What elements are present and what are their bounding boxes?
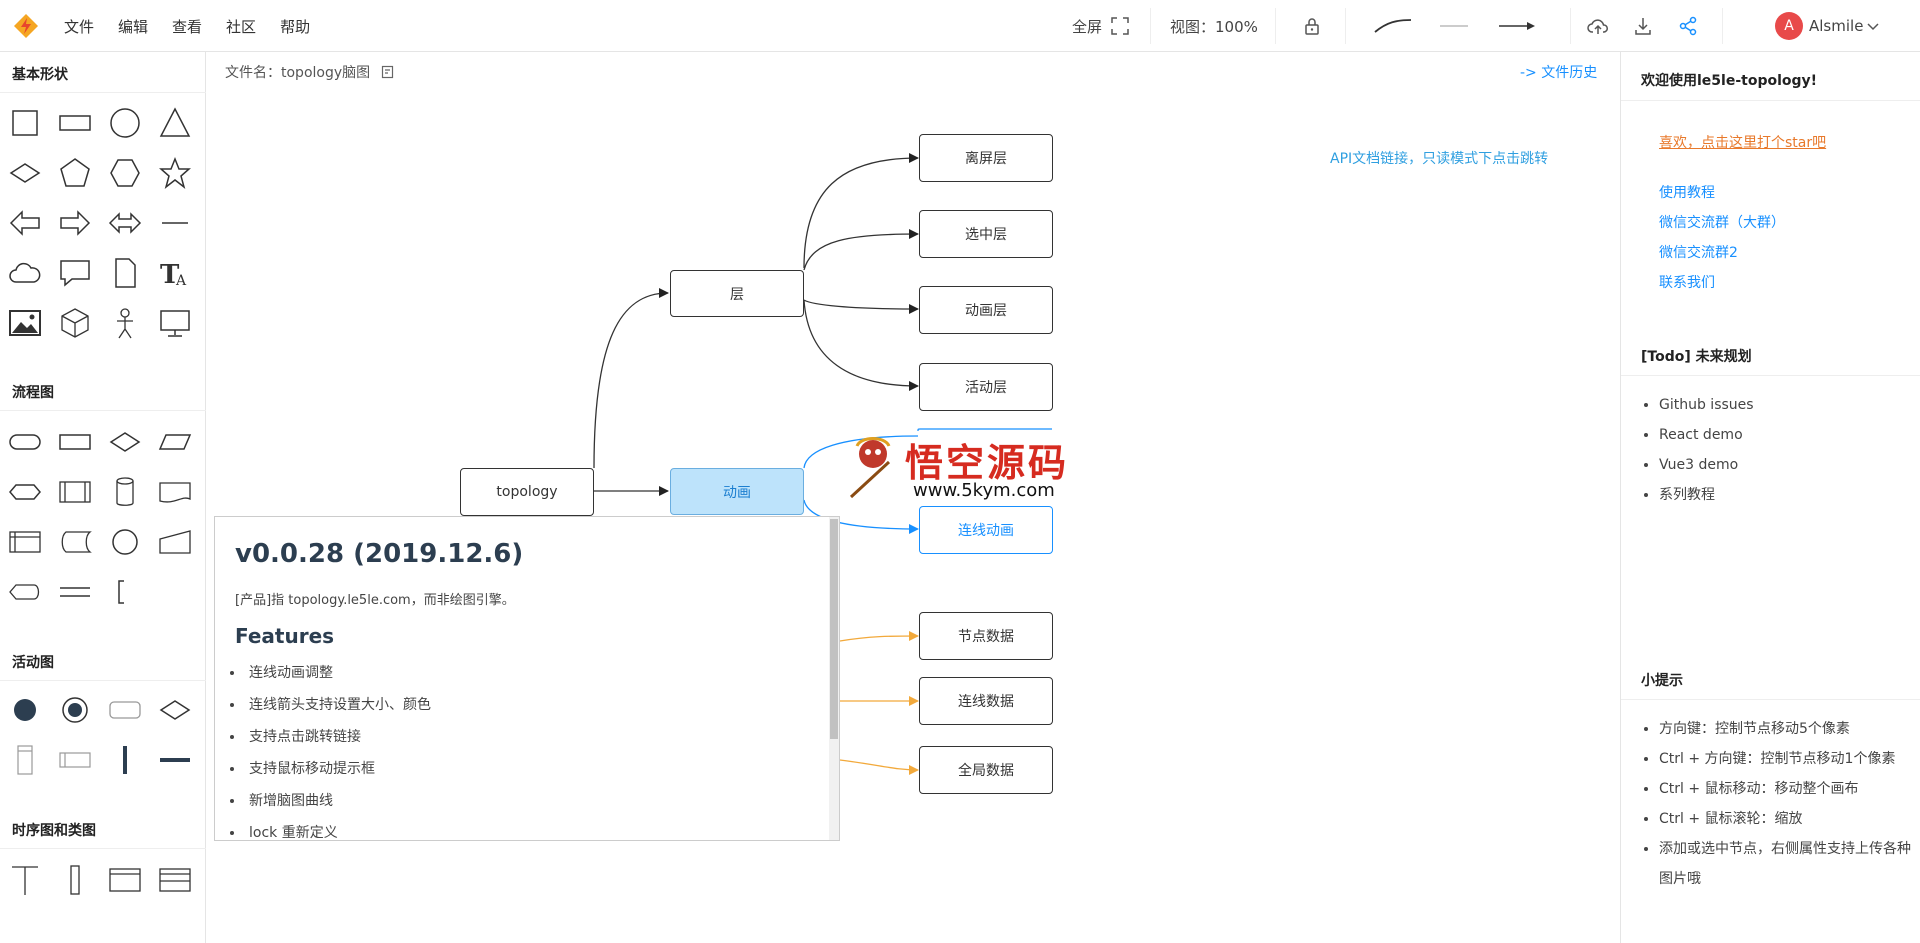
list-item: React demo [1659, 420, 1911, 450]
download-button[interactable] [1633, 0, 1653, 52]
node-line-animation[interactable]: 连线动画 [919, 506, 1053, 554]
changelog-panel[interactable]: v0.0.28 (2019.12.6) [产品]指 topology.le5le… [214, 516, 840, 841]
changelog-list: 连线动画调整 连线箭头支持设置大小、颜色 支持点击跳转链接 支持鼠标移动提示框 … [235, 662, 819, 840]
list-item: 连线动画调整 [230, 662, 819, 682]
list-item: 添加或选中节点，右侧属性支持上传各种图片哦 [1659, 834, 1911, 894]
avatar: A [1775, 12, 1803, 40]
monkey-logo-icon [849, 437, 891, 499]
node-animation-layer[interactable]: 动画层 [919, 286, 1053, 334]
scrollbar-thumb[interactable] [830, 519, 838, 739]
chevron-down-icon [1867, 23, 1879, 31]
list-item: 新增脑图曲线 [230, 790, 819, 810]
list-item: Vue3 demo [1659, 450, 1911, 480]
changelog-version: v0.0.28 (2019.12.6) [235, 539, 524, 569]
contact-link[interactable]: 联系我们 [1659, 272, 1715, 292]
node-line-data[interactable]: 连线数据 [919, 677, 1053, 725]
star-link[interactable]: 喜欢，点击这里打个star吧 [1659, 132, 1826, 152]
wechat-group2-link[interactable]: 微信交流群2 [1659, 242, 1738, 262]
right-panel: 欢迎使用le5le-topology! 喜欢，点击这里打个star吧 使用教程 … [1620, 52, 1920, 943]
node-selected-layer[interactable]: 选中层 [919, 210, 1053, 258]
share-button[interactable] [1678, 0, 1698, 52]
list-item: 支持点击跳转链接 [230, 726, 819, 746]
node-active-layer[interactable]: 活动层 [919, 363, 1053, 411]
wechat-group-link[interactable]: 微信交流群（大群） [1659, 212, 1785, 232]
list-item: 支持鼠标移动提示框 [230, 758, 819, 778]
list-item: Ctrl + 鼠标移动：移动整个画布 [1659, 774, 1911, 804]
share-icon [1679, 16, 1697, 36]
changelog-features-title: Features [235, 624, 335, 648]
list-item: 方向键：控制节点移动5个像素 [1659, 714, 1911, 744]
welcome-title: 欢迎使用le5le-topology! [1641, 73, 1818, 89]
watermark-url: www.5kym.com [913, 480, 1055, 501]
watermark-title: 悟空源码 [905, 440, 1070, 485]
user-menu[interactable]: A Alsmile [1775, 0, 1880, 52]
list-item: 连线箭头支持设置大小、颜色 [230, 694, 819, 714]
list-item: Ctrl + 方向键：控制节点移动1个像素 [1659, 744, 1911, 774]
tips-list: 方向键：控制节点移动5个像素 Ctrl + 方向键：控制节点移动1个像素 Ctr… [1641, 714, 1911, 894]
list-item: Ctrl + 鼠标滚轮：缩放 [1659, 804, 1911, 834]
list-item: Github issues [1659, 390, 1911, 420]
node-layer[interactable]: 层 [670, 270, 804, 317]
changelog-intro: [产品]指 topology.le5le.com，而非绘图引擎。 [235, 593, 515, 608]
list-item: lock 重新定义 [230, 822, 819, 840]
node-node-data[interactable]: 节点数据 [919, 612, 1053, 660]
node-animation[interactable]: 动画 [670, 468, 804, 515]
download-icon [1635, 18, 1651, 35]
tips-title: 小提示 [1641, 673, 1683, 689]
list-item: 系列教程 [1659, 480, 1911, 510]
tutorial-link[interactable]: 使用教程 [1659, 182, 1715, 202]
node-global-data[interactable]: 全局数据 [919, 746, 1053, 794]
todo-title: [Todo] 未来规划 [1641, 349, 1752, 365]
node-topology[interactable]: topology [460, 468, 594, 516]
todo-list: Github issues React demo Vue3 demo 系列教程 [1641, 390, 1911, 510]
username: Alsmile [1809, 17, 1864, 35]
node-offscreen-layer[interactable]: 离屏层 [919, 134, 1053, 182]
